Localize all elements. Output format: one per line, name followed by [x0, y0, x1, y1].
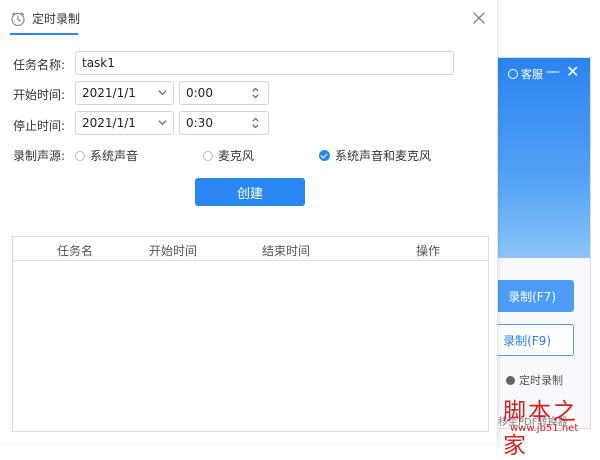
- start-time-value: 0:00: [186, 86, 213, 100]
- record-button[interactable]: 录制(F7): [494, 280, 574, 312]
- radio-system-and-mic[interactable]: 系统声音和麦克风: [319, 147, 431, 164]
- end-date-value: 2021/1/1: [82, 116, 136, 130]
- start-date-value: 2021/1/1: [82, 86, 136, 100]
- dialog-title-tab: 定时录制: [10, 10, 80, 27]
- service-button[interactable]: 客服: [508, 66, 543, 82]
- minimize-button[interactable]: —: [546, 64, 560, 80]
- audio-source-label: 录制声源:: [13, 149, 66, 163]
- scheduled-recording-dialog: 定时录制 任务名称: task1 开始时间: 2021/1/1 0:00 停止时…: [0, 0, 498, 443]
- column-header-end-time: 结束时间: [262, 244, 311, 258]
- background-app-header: 客服 — ✕: [498, 58, 590, 258]
- chevron-down-icon: [158, 120, 167, 126]
- column-header-start-time: 开始时间: [149, 244, 198, 258]
- radio-system-sound[interactable]: 系统声音: [75, 147, 138, 164]
- watermark-url: www.jb51.net: [510, 423, 579, 434]
- start-time-label: 开始时间:: [13, 88, 66, 102]
- app-close-button[interactable]: ✕: [566, 62, 579, 81]
- close-icon[interactable]: [472, 11, 486, 25]
- column-header-action: 操作: [416, 244, 441, 258]
- dialog-title: 定时录制: [32, 12, 81, 26]
- service-label: 客服: [521, 68, 543, 81]
- radio-unchecked-icon: [75, 150, 85, 161]
- radio-label: 麦克风: [218, 149, 255, 163]
- timer-icon: [506, 375, 515, 385]
- end-time-spinner[interactable]: 0:30: [179, 111, 269, 135]
- end-date-select[interactable]: 2021/1/1: [75, 111, 174, 135]
- end-time-label: 停止时间:: [13, 119, 66, 133]
- radio-label: 系统声音和麦克风: [335, 149, 432, 163]
- clock-icon: [11, 11, 25, 26]
- task-table: 任务名 开始时间 结束时间 操作: [12, 236, 489, 432]
- timer-record-link[interactable]: 定时录制: [506, 372, 563, 388]
- column-header-task-name: 任务名: [57, 244, 94, 258]
- title-underline: [10, 33, 78, 35]
- start-date-select[interactable]: 2021/1/1: [75, 81, 174, 105]
- headset-icon: [508, 69, 518, 79]
- radio-label: 系统声音: [90, 149, 139, 163]
- table-header: 任务名 开始时间 结束时间 操作: [13, 237, 488, 261]
- task-name-input[interactable]: task1: [75, 51, 454, 75]
- spinner-icon[interactable]: [251, 86, 260, 100]
- spinner-icon[interactable]: [251, 116, 260, 130]
- task-name-label: 任务名称:: [13, 58, 66, 72]
- radio-checked-icon: [319, 150, 330, 161]
- timer-record-label: 定时录制: [519, 374, 563, 387]
- radio-microphone[interactable]: 麦克风: [203, 147, 254, 164]
- radio-unchecked-icon: [203, 150, 213, 161]
- create-button[interactable]: 创建: [195, 178, 305, 206]
- start-time-spinner[interactable]: 0:00: [179, 81, 269, 105]
- background-app-window: 客服 — ✕ 录制(F7) 录制(F9) 定时录制 移至PDF转换器: [494, 57, 591, 429]
- task-name-value: task1: [82, 56, 115, 70]
- chevron-down-icon: [158, 90, 167, 96]
- stop-record-button[interactable]: 录制(F9): [494, 324, 574, 356]
- end-time-value: 0:30: [186, 116, 213, 130]
